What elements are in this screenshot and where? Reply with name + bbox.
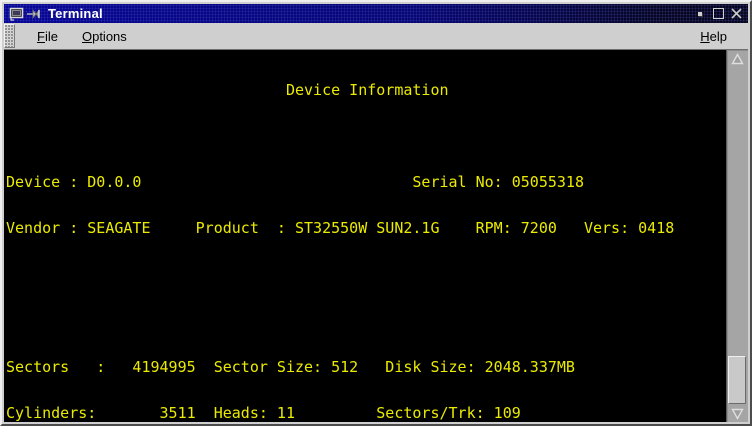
sticky-pin-icon[interactable] — [25, 6, 43, 22]
close-button[interactable] — [727, 6, 745, 22]
arrow-up-icon — [731, 53, 744, 65]
maximize-button[interactable] — [709, 6, 727, 22]
menubar-gripper[interactable] — [4, 24, 15, 48]
menu-help[interactable]: Help — [695, 27, 732, 46]
menubar: File Options Help — [4, 23, 748, 50]
maximize-icon — [713, 8, 724, 19]
screen-title-line: Device Information — [6, 83, 726, 98]
vendor-product-line: Vendor : SEAGATE Product : ST32550W SUN2… — [6, 221, 726, 236]
minimize-button[interactable] — [691, 6, 709, 22]
device-serial-line: Device : D0.0.0 Serial No: 05055318 — [6, 175, 726, 190]
blank-line — [6, 268, 726, 283]
menu-options[interactable]: Options — [77, 27, 132, 46]
scrollbar-thumb[interactable] — [728, 356, 746, 404]
blank-line — [6, 129, 726, 144]
terminal-window: Terminal File Options Help Device Inform… — [0, 0, 752, 426]
sectors-line: Sectors : 4194995 Sector Size: 512 Disk … — [6, 360, 726, 375]
blank-line — [6, 314, 726, 329]
menu-file[interactable]: File — [32, 27, 63, 46]
scrollbar-trough[interactable] — [727, 67, 748, 405]
scroll-down-button[interactable] — [727, 405, 748, 422]
terminal-screen[interactable]: Device Information Device : D0.0.0 Seria… — [4, 50, 726, 422]
window-title: Terminal — [48, 6, 103, 21]
close-icon — [730, 7, 743, 20]
arrow-down-icon — [731, 408, 744, 420]
titlebar[interactable]: Terminal — [4, 4, 748, 23]
minimize-icon — [698, 12, 702, 16]
cylinders-line: Cylinders: 3511 Heads: 11 Sectors/Trk: 1… — [6, 406, 726, 421]
window-menu-icon[interactable] — [7, 6, 25, 22]
scrollbar[interactable] — [726, 50, 748, 422]
scroll-up-button[interactable] — [727, 50, 748, 67]
terminal-area: Device Information Device : D0.0.0 Seria… — [4, 50, 748, 422]
